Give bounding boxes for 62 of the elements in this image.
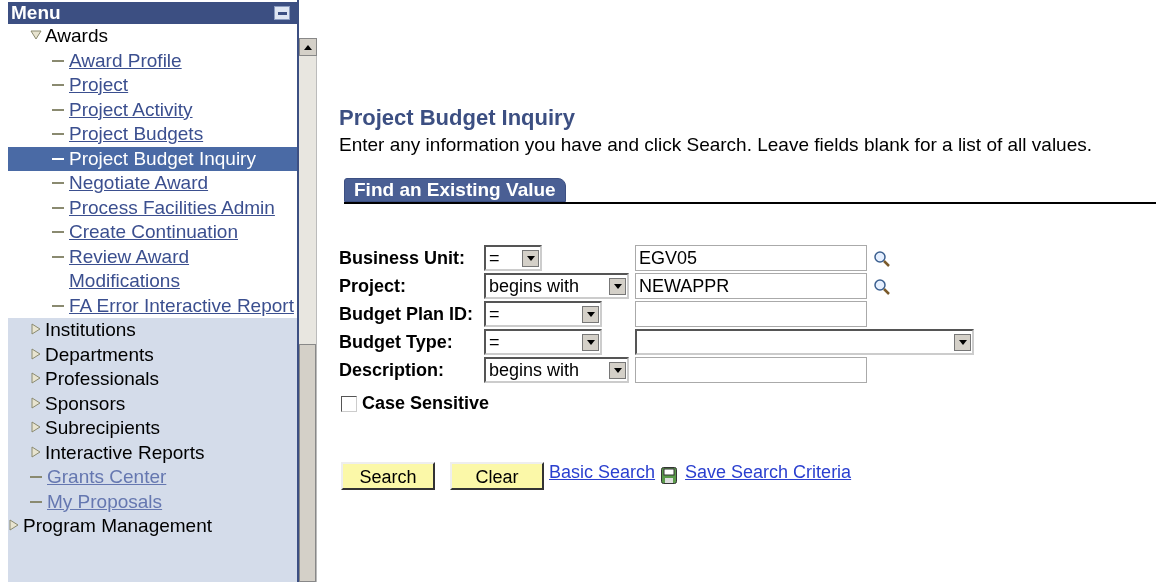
- operator-select[interactable]: =: [484, 329, 602, 355]
- dash-icon: [30, 500, 42, 503]
- collapsed-triangle-icon[interactable]: [30, 347, 42, 360]
- collapsed-triangle-icon[interactable]: [30, 421, 42, 434]
- dash-icon: [52, 182, 64, 184]
- dash-icon: [52, 231, 64, 233]
- instructions-text: Enter any information you have and click Search. Leave fields blank for a list of all values.: [339, 133, 1093, 157]
- search-icon[interactable]: [873, 277, 890, 295]
- dash-icon: [52, 84, 64, 86]
- scroll-up-button[interactable]: [299, 38, 317, 56]
- link[interactable]: Save Search Criteria: [685, 459, 852, 486]
- value-input[interactable]: [635, 301, 867, 327]
- field-label: Project:: [339, 274, 408, 298]
- operator-select[interactable]: =: [484, 301, 602, 327]
- menu-link[interactable]: Negotiate Award: [69, 171, 209, 196]
- menu-folder[interactable]: Awards: [45, 24, 108, 49]
- menu-link[interactable]: Project Budgets: [69, 122, 204, 147]
- field-label: Budget Plan ID:: [339, 302, 474, 326]
- dash-icon: [52, 108, 64, 111]
- menu-link[interactable]: Create Continuation: [69, 220, 238, 245]
- dash-icon: [52, 157, 64, 160]
- collapse-button[interactable]: [274, 6, 290, 20]
- tab[interactable]: Find an Existing Value: [344, 178, 566, 202]
- value-select[interactable]: [635, 329, 974, 355]
- value-input[interactable]: [635, 357, 867, 383]
- collapsed-triangle-icon[interactable]: [30, 396, 42, 409]
- up-arrow-icon[interactable]: [304, 44, 312, 50]
- link[interactable]: Basic Search: [549, 459, 656, 486]
- menu-link[interactable]: Review Award Modifications: [69, 244, 295, 294]
- search-icon[interactable]: [873, 249, 890, 267]
- dash-icon: [52, 255, 64, 258]
- value-input[interactable]: NEWAPPR: [635, 273, 867, 299]
- field-label: Business Unit:: [339, 246, 467, 270]
- dash-icon: [52, 206, 64, 209]
- collapsed-triangle-icon[interactable]: [30, 323, 42, 336]
- field-label: Description:: [339, 358, 445, 382]
- field-label: Budget Type:: [339, 330, 454, 354]
- menu-link[interactable]: Award Profile: [69, 48, 182, 73]
- dash-icon: [52, 59, 64, 62]
- expanded-triangle-icon[interactable]: [30, 29, 42, 42]
- scroll-thumb[interactable]: [299, 344, 316, 582]
- clear-button[interactable]: Clear: [450, 461, 544, 490]
- operator-select[interactable]: =: [484, 245, 542, 271]
- collapsed-triangle-icon[interactable]: [30, 372, 42, 385]
- operator-select[interactable]: begins with: [484, 357, 629, 383]
- page-title: Project Budget Inquiry: [339, 104, 576, 132]
- operator-select[interactable]: begins with: [484, 273, 629, 299]
- dash-icon: [30, 476, 42, 478]
- menu-link[interactable]: Project Activity: [69, 97, 193, 122]
- collapsed-triangle-icon[interactable]: [30, 445, 42, 458]
- dash-icon: [52, 304, 64, 307]
- scrollbar[interactable]: [299, 38, 317, 582]
- menu-title: Menu: [11, 2, 61, 24]
- search-button[interactable]: Search: [341, 461, 435, 490]
- menu-link[interactable]: FA Error Interactive Report: [69, 293, 294, 318]
- value-input[interactable]: EGV05: [635, 245, 867, 271]
- checkbox-label: Case Sensitive: [362, 392, 490, 415]
- checkbox[interactable]: [341, 395, 357, 412]
- menu-link[interactable]: Process Facilities Admin: [69, 195, 275, 220]
- dash-icon: [52, 133, 64, 135]
- menu-link[interactable]: Project: [69, 73, 129, 98]
- collapsed-triangle-icon[interactable]: [8, 519, 20, 532]
